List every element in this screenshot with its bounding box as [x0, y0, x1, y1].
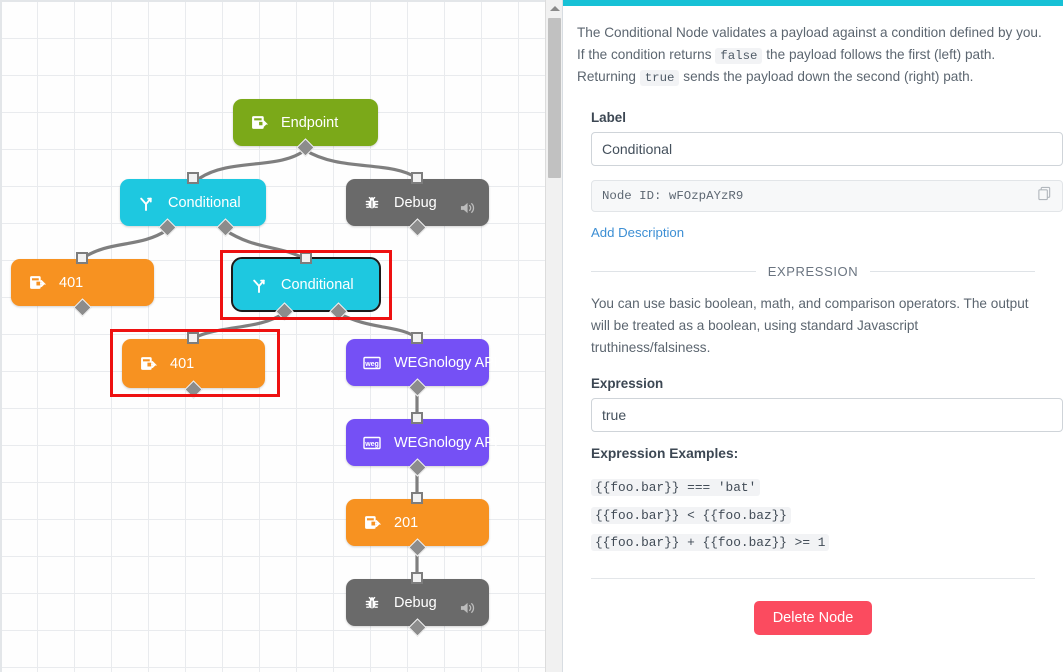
- node-input-port[interactable]: [187, 332, 199, 344]
- wegnology-icon: weg: [362, 433, 382, 453]
- bug-icon: [362, 193, 382, 213]
- bug-icon: [362, 593, 382, 613]
- node-label: Conditional: [168, 194, 241, 211]
- reply-icon: [362, 513, 382, 533]
- copy-icon[interactable]: [1037, 186, 1052, 206]
- expression-field-group: Expression: [577, 376, 1063, 433]
- scroll-up-arrow-icon[interactable]: [546, 0, 562, 17]
- wegnology-icon: weg: [362, 353, 382, 373]
- expression-section-divider: EXPRESSION: [591, 264, 1035, 279]
- node-id-box: Node ID: wFOzpAYzR9: [591, 180, 1063, 213]
- reply-icon: [138, 354, 158, 374]
- workflow-node-401-a[interactable]: 401: [11, 252, 154, 317]
- node-label: 201: [394, 514, 419, 531]
- svg-text:weg: weg: [364, 441, 379, 448]
- workflow-node-401-b[interactable]: 401: [122, 332, 265, 399]
- branch-icon: [136, 193, 156, 213]
- scrollbar-thumb[interactable]: [548, 18, 561, 178]
- workflow-canvas-pane[interactable]: Endpoint Conditional Debug 401 Condition…: [0, 0, 563, 672]
- node-id-text: Node ID: wFOzpAYzR9: [602, 189, 744, 204]
- node-label: Endpoint: [281, 114, 339, 131]
- workflow-node-debug-1[interactable]: Debug: [346, 172, 489, 237]
- node-label: WEGnology API: [394, 354, 498, 371]
- expression-help-text: You can use basic boolean, math, and com…: [591, 296, 1029, 355]
- node-properties-panel: The Conditional Node validates a payload…: [563, 0, 1063, 672]
- speaker-icon: [460, 601, 477, 619]
- workflow-editor: Endpoint Conditional Debug 401 Condition…: [0, 0, 1063, 672]
- reply-icon: [27, 273, 47, 293]
- node-input-port[interactable]: [187, 172, 199, 184]
- node-label: Debug: [394, 194, 437, 211]
- expression-input[interactable]: [591, 398, 1063, 433]
- node-input-port[interactable]: [411, 172, 423, 184]
- node-input-port[interactable]: [411, 412, 423, 424]
- branch-icon: [249, 275, 269, 295]
- panel-body: The Conditional Node validates a payload…: [563, 6, 1063, 635]
- divider-line-right: [870, 271, 1035, 273]
- example-row: {{foo.bar}} < {{foo.baz}}: [591, 501, 1049, 529]
- expression-examples-list: {{foo.bar}} === 'bat' {{foo.bar}} < {{fo…: [591, 473, 1049, 556]
- node-input-port[interactable]: [300, 252, 312, 264]
- node-input-port[interactable]: [411, 572, 423, 584]
- node-input-port[interactable]: [76, 252, 88, 264]
- node-input-port[interactable]: [411, 332, 423, 344]
- node-description-text: The Conditional Node validates a payload…: [577, 22, 1049, 88]
- workflow-node-wegnology-api-1[interactable]: weg WEGnology API: [346, 332, 498, 397]
- example-row: {{foo.bar}} + {{foo.baz}} >= 1: [591, 528, 1049, 556]
- canvas-scrollbar[interactable]: [545, 0, 562, 672]
- delete-node-button[interactable]: Delete Node: [753, 601, 873, 635]
- inline-code-true: true: [639, 70, 680, 87]
- example-code-2: {{foo.bar}} < {{foo.baz}}: [591, 506, 791, 524]
- workflow-node-conditional-2-selected[interactable]: Conditional: [231, 252, 381, 321]
- node-label: Conditional: [281, 276, 354, 293]
- endpoint-icon: [249, 113, 269, 133]
- expression-section-title: EXPRESSION: [767, 264, 859, 280]
- node-label: 401: [170, 355, 195, 372]
- add-description-link[interactable]: Add Description: [591, 225, 684, 240]
- node-input-port[interactable]: [411, 492, 423, 504]
- expression-examples-title: Expression Examples:: [591, 446, 739, 462]
- workflow-node-201[interactable]: 201: [346, 492, 489, 557]
- node-label: 401: [59, 274, 84, 291]
- node-label: Debug: [394, 594, 437, 611]
- label-field-label: Label: [591, 110, 626, 126]
- workflow-node-endpoint[interactable]: Endpoint: [233, 99, 378, 157]
- workflow-node-conditional-1[interactable]: Conditional: [120, 172, 266, 237]
- label-field-group: Label: [577, 110, 1063, 167]
- example-code-1: {{foo.bar}} === 'bat': [591, 479, 761, 497]
- workflow-node-debug-2[interactable]: Debug: [346, 572, 489, 637]
- expression-field-label: Expression: [591, 376, 664, 392]
- example-row: {{foo.bar}} === 'bat': [591, 473, 1049, 501]
- workflow-node-wegnology-api-2[interactable]: weg WEGnology API: [346, 412, 498, 477]
- divider-line-left: [591, 271, 756, 273]
- svg-text:weg: weg: [364, 361, 379, 368]
- inline-code-false: false: [715, 48, 763, 65]
- delete-button-container: Delete Node: [577, 579, 1049, 635]
- label-input[interactable]: [591, 132, 1063, 167]
- speaker-icon: [460, 201, 477, 219]
- node-label: WEGnology API: [394, 434, 498, 451]
- example-code-3: {{foo.bar}} + {{foo.baz}} >= 1: [591, 534, 830, 552]
- intro-part-3: sends the payload down the second (right…: [683, 69, 974, 85]
